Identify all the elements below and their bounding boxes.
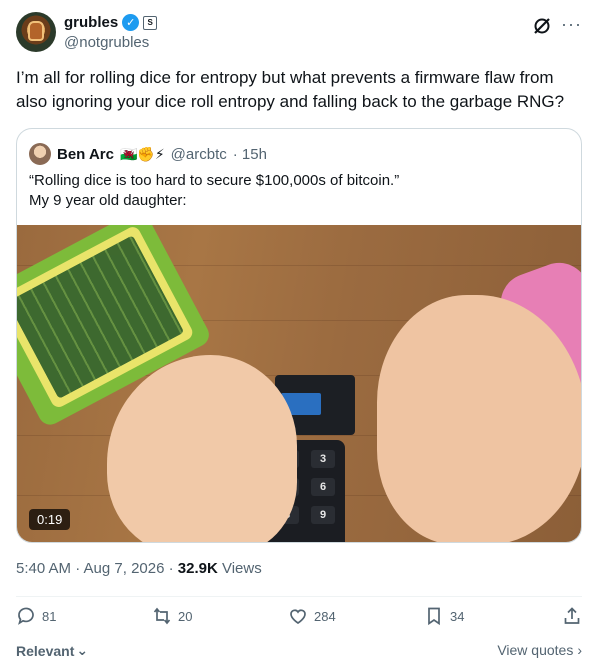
like-count: 284 bbox=[314, 608, 336, 624]
sort-label: Relevant bbox=[16, 642, 75, 659]
affiliation-badge-icon[interactable]: S bbox=[143, 15, 158, 30]
reply-button[interactable]: 81 bbox=[16, 606, 56, 626]
tweet-header: grubles ✓ S @notgrubles ··· bbox=[16, 12, 582, 56]
share-button[interactable] bbox=[562, 606, 582, 626]
author-avatar[interactable] bbox=[16, 12, 56, 52]
author-handle[interactable]: @notgrubles bbox=[64, 34, 149, 51]
quoted-tweet[interactable]: Ben Arc 🏴󠁧󠁢󠁷󠁬󠁳󠁿✊⚡ @arcbtc · 15h “Rolling… bbox=[16, 128, 582, 543]
like-button[interactable]: 284 bbox=[288, 606, 336, 626]
keypad-key: 3 bbox=[311, 450, 335, 468]
chevron-down-icon: ⌄ bbox=[76, 642, 89, 658]
verified-badge-icon[interactable]: ✓ bbox=[122, 14, 140, 31]
bookmark-button[interactable]: 34 bbox=[424, 606, 464, 626]
quoted-author-emojis: 🏴󠁧󠁢󠁷󠁬󠁳󠁿✊⚡ bbox=[119, 145, 165, 162]
repost-icon bbox=[153, 607, 171, 625]
quoted-author-avatar bbox=[29, 143, 51, 165]
quoted-tweet-line-2: My 9 year old daughter: bbox=[29, 192, 187, 209]
bookmark-icon bbox=[428, 607, 440, 626]
quoted-author-handle: @arcbtc bbox=[170, 145, 227, 163]
repost-button[interactable]: 20 bbox=[152, 606, 192, 626]
replies-footer: Relevant ⌄ View quotes › bbox=[16, 642, 582, 662]
left-hand bbox=[107, 355, 297, 542]
quoted-tweet-text: “Rolling dice is too hard to secure $100… bbox=[29, 171, 399, 211]
chevron-right-icon: › bbox=[577, 642, 582, 658]
divider bbox=[16, 596, 582, 597]
views-label: Views bbox=[217, 560, 262, 577]
tweet-timestamp[interactable]: 5:40 AM · Aug 7, 2026 · bbox=[16, 560, 178, 577]
view-quotes-label: View quotes bbox=[497, 642, 574, 658]
quoted-tweet-line-1: “Rolling dice is too hard to secure $100… bbox=[29, 172, 400, 189]
view-quotes-link[interactable]: View quotes › bbox=[497, 642, 582, 658]
video-player[interactable]: 1 2 3 4 5 6 7 8 9 0:19 bbox=[17, 225, 581, 542]
action-bar: 81 20 284 34 bbox=[16, 606, 582, 634]
right-hand bbox=[377, 295, 581, 542]
sort-dropdown[interactable]: Relevant ⌄ bbox=[16, 642, 88, 659]
keypad-key: 6 bbox=[311, 478, 335, 496]
bookmark-count: 34 bbox=[450, 608, 465, 624]
repost-count: 20 bbox=[178, 608, 193, 624]
views-count: 32.9K bbox=[177, 560, 218, 577]
tweet-meta: 5:40 AM · Aug 7, 2026 · 32.9K Views bbox=[16, 560, 262, 577]
author-name-row: grubles ✓ S bbox=[64, 14, 158, 31]
share-icon bbox=[564, 607, 580, 624]
reply-count: 81 bbox=[42, 608, 57, 624]
quoted-tweet-time: · 15h bbox=[232, 145, 267, 163]
reply-icon bbox=[18, 607, 34, 625]
like-icon bbox=[290, 609, 306, 624]
quoted-author-name: Ben Arc bbox=[57, 145, 114, 163]
video-duration: 0:19 bbox=[29, 509, 71, 530]
quoted-tweet-header: Ben Arc 🏴󠁧󠁢󠁷󠁬󠁳󠁿✊⚡ @arcbtc · 15h bbox=[29, 143, 267, 165]
tweet-text: I’m all for rolling dice for entropy but… bbox=[16, 68, 565, 111]
keypad-key: 9 bbox=[311, 506, 335, 524]
more-icon[interactable]: ··· bbox=[561, 14, 582, 35]
author-name[interactable]: grubles bbox=[64, 14, 118, 31]
grok-icon[interactable] bbox=[532, 16, 552, 36]
